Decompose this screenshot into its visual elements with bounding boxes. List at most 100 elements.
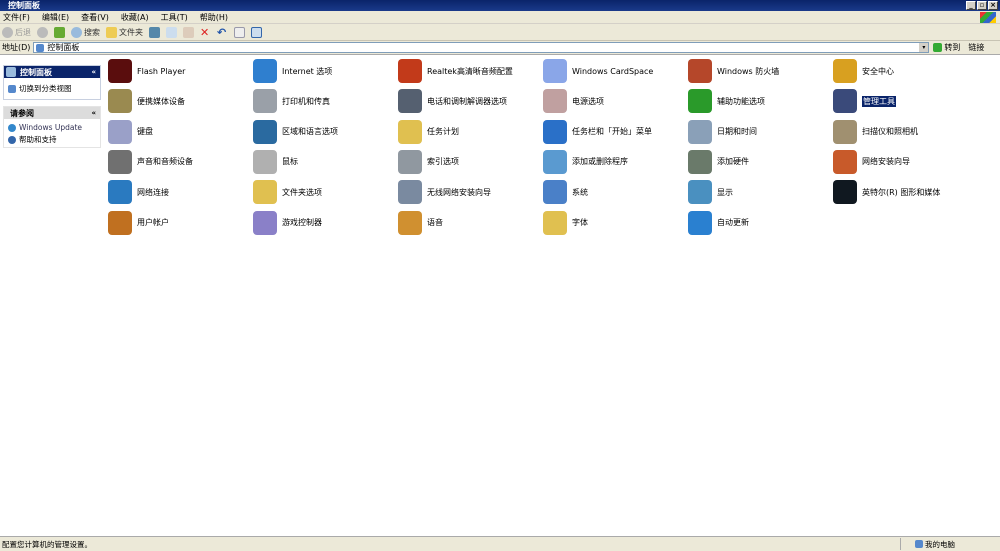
address-dropdown-icon[interactable]: ▾ — [919, 43, 929, 52]
section-header[interactable]: 控制面板 « — [4, 66, 100, 78]
media-device-icon — [108, 89, 132, 114]
shield-icon — [833, 59, 857, 83]
minimize-button[interactable]: _ — [966, 1, 976, 10]
menu-help[interactable]: 帮助(H) — [200, 12, 228, 23]
undo-icon[interactable]: ↶ — [217, 27, 228, 38]
item-label: 辅助功能选项 — [717, 96, 765, 106]
control-panel-item[interactable]: 添加或删除程序 — [543, 149, 628, 175]
forward-arrow-icon — [37, 26, 48, 38]
menu-view[interactable]: 查看(V) — [81, 12, 109, 23]
flash-icon — [108, 59, 132, 83]
address-value: 控制面板 — [47, 43, 80, 52]
menu-file[interactable]: 文件(F) — [3, 12, 30, 23]
hardware-icon — [688, 149, 712, 174]
control-panel-item[interactable]: 用户帐户 — [108, 210, 169, 236]
users-icon — [108, 210, 132, 235]
control-panel-item[interactable]: Windows CardSpace — [543, 58, 653, 84]
control-panel-item[interactable]: Flash Player — [108, 58, 185, 84]
help-support-link[interactable]: 帮助和支持 — [4, 134, 100, 147]
control-panel-item[interactable]: 系统 — [543, 179, 588, 205]
control-panel-item[interactable]: 文件夹选项 — [253, 179, 322, 205]
collapse-chevron-icon[interactable]: « — [91, 68, 96, 76]
properties-icon[interactable] — [234, 26, 245, 38]
control-panel-item[interactable]: 添加硬件 — [688, 149, 749, 175]
firewall-icon — [688, 59, 712, 83]
control-panel-item[interactable]: 显示 — [688, 179, 733, 205]
control-panel-item[interactable]: Internet 选项 — [253, 58, 332, 84]
control-panel-item[interactable]: 管理工具 — [833, 88, 896, 114]
switch-category-view-link[interactable]: 切换到分类视图 — [4, 78, 100, 99]
views-icon[interactable] — [251, 26, 262, 38]
copy-icon[interactable] — [166, 26, 177, 38]
close-button[interactable]: × — [988, 1, 998, 10]
section-header[interactable]: 请参阅 « — [4, 107, 100, 119]
control-panel-item[interactable]: 日期和时间 — [688, 119, 757, 145]
control-panel-item[interactable]: 任务栏和「开始」菜单 — [543, 119, 652, 145]
power-icon — [543, 89, 567, 114]
wireless-icon — [398, 180, 422, 205]
item-label: 管理工具 — [862, 95, 896, 107]
item-label: Windows 防火墙 — [717, 66, 780, 76]
item-label: 添加或删除程序 — [572, 157, 628, 167]
control-panel-item[interactable]: 鼠标 — [253, 149, 298, 175]
scheduled-tasks-icon — [398, 119, 422, 144]
keyboard-icon — [108, 119, 132, 144]
address-bar: 地址(D) 控制面板 ▾ 转到 链接 — [0, 41, 1000, 55]
item-label: 打印机和传真 — [282, 96, 330, 106]
control-panel-item[interactable]: 扫描仪和照相机 — [833, 119, 918, 145]
menu-bar: 文件(F) 编辑(E) 查看(V) 收藏(A) 工具(T) 帮助(H) — [0, 11, 1000, 24]
menu-edit[interactable]: 编辑(E) — [42, 12, 69, 23]
control-panel-item[interactable]: 任务计划 — [398, 119, 459, 145]
admin-tools-icon — [833, 89, 857, 114]
collapse-chevron-icon[interactable]: « — [91, 109, 96, 117]
menu-tools[interactable]: 工具(T) — [161, 12, 188, 23]
menu-favorites[interactable]: 收藏(A) — [121, 12, 149, 23]
folders-button[interactable]: 文件夹 — [106, 26, 143, 38]
control-panel-item[interactable]: 区域和语言选项 — [253, 119, 338, 145]
control-panel-item[interactable]: 索引选项 — [398, 149, 459, 175]
control-panel-item[interactable]: 电话和调制解调器选项 — [398, 88, 507, 114]
control-panel-item[interactable]: 电源选项 — [543, 88, 604, 114]
phone-icon — [398, 89, 422, 114]
control-panel-item[interactable]: 字体 — [543, 210, 588, 236]
cut-icon[interactable] — [149, 26, 160, 38]
control-panel-item[interactable]: 无线网络安装向导 — [398, 179, 491, 205]
address-input[interactable]: 控制面板 ▾ — [33, 42, 930, 53]
item-label: 文件夹选项 — [282, 187, 322, 197]
search-button[interactable]: 搜索 — [71, 26, 100, 38]
item-label: 声音和音频设备 — [137, 157, 193, 167]
see-also-section: 请参阅 « Windows Update 帮助和支持 — [3, 106, 101, 148]
control-panel-item[interactable]: 键盘 — [108, 119, 153, 145]
maximize-button[interactable]: ▫ — [977, 1, 987, 10]
links-button[interactable]: 链接 — [968, 42, 984, 53]
control-panel-item[interactable]: 辅助功能选项 — [688, 88, 765, 114]
intel-graphics-icon — [833, 180, 857, 205]
control-panel-item[interactable]: Windows 防火墙 — [688, 58, 779, 84]
item-label: 网络连接 — [137, 187, 169, 197]
control-panel-item[interactable]: 声音和音频设备 — [108, 149, 193, 175]
switch-view-icon — [8, 84, 16, 93]
control-panel-item[interactable]: Realtek高清晰音频配置 — [398, 58, 513, 84]
control-panel-item[interactable]: 安全中心 — [833, 58, 894, 84]
item-label: 字体 — [572, 218, 588, 227]
control-panel-items: Flash Player Internet 选项 Realtek高清晰音频配置 Win… — [104, 56, 1000, 536]
paste-icon[interactable] — [183, 26, 194, 38]
up-button[interactable] — [54, 26, 65, 38]
control-panel-item[interactable]: 便携媒体设备 — [108, 88, 185, 114]
control-panel-item[interactable]: 网络安装向导 — [833, 149, 910, 175]
delete-icon[interactable]: ✕ — [200, 27, 211, 38]
forward-button[interactable] — [37, 26, 48, 38]
control-panel-item[interactable]: 打印机和传真 — [253, 88, 330, 114]
go-button[interactable]: 转到 — [933, 42, 960, 53]
cardspace-icon — [543, 59, 567, 83]
back-button[interactable]: 后退 — [2, 26, 31, 38]
control-panel-item[interactable]: 自动更新 — [688, 210, 749, 236]
control-panel-item[interactable]: 语音 — [398, 210, 443, 236]
item-label: 电源选项 — [572, 96, 604, 106]
control-panel-item[interactable]: 英特尔(R) 图形和媒体 — [833, 179, 940, 205]
windows-update-link[interactable]: Windows Update — [4, 119, 100, 134]
control-panel-item[interactable]: 游戏控制器 — [253, 210, 322, 236]
folder-icon — [253, 180, 277, 205]
control-panel-item[interactable]: 网络连接 — [108, 179, 169, 205]
control-panel-section: 控制面板 « 切换到分类视图 — [3, 65, 101, 100]
